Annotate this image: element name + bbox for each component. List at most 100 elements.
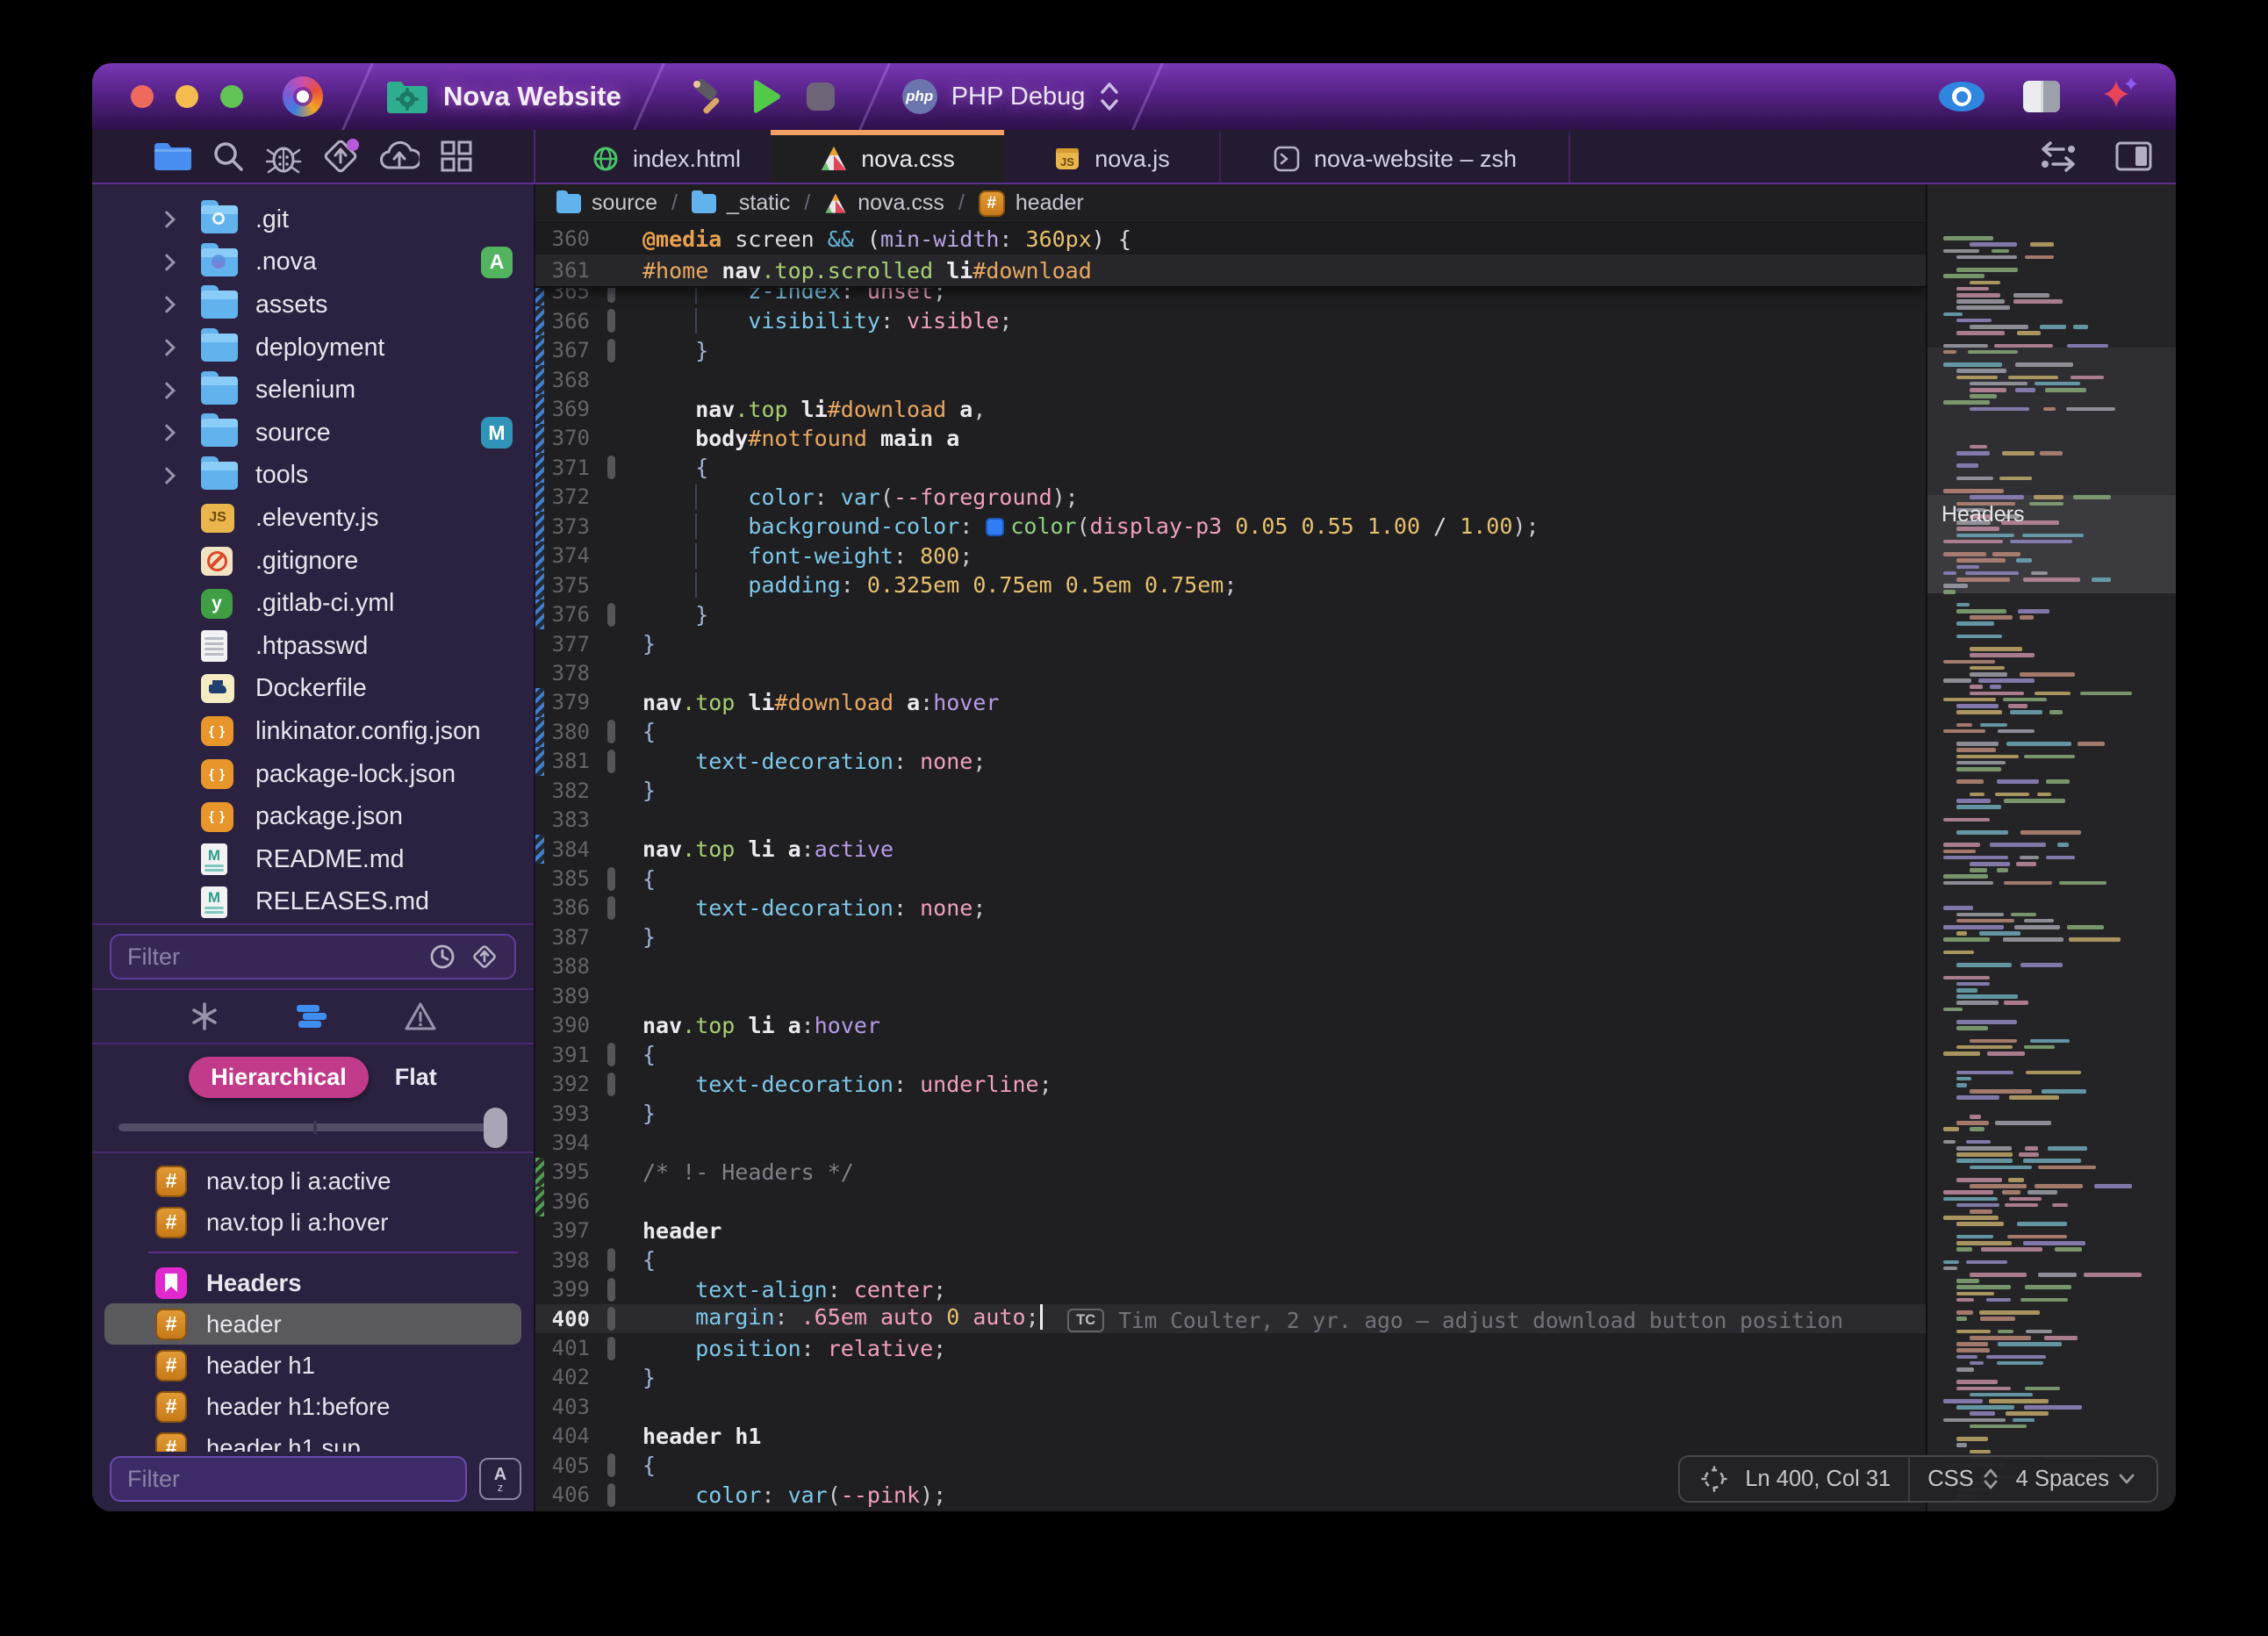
cursor-position[interactable]: Ln 400, Col 31	[1745, 1467, 1891, 1492]
cloud-sidebar-button[interactable]	[379, 140, 420, 172]
tree-item-tools[interactable]: tools	[92, 455, 534, 498]
tree-item-package-lock.json[interactable]: { } package-lock.json	[92, 753, 534, 796]
chevron-right-icon[interactable]	[158, 381, 176, 399]
code-line-391[interactable]: 391 {	[535, 1040, 1926, 1069]
tree-item-deployment[interactable]: deployment	[92, 326, 534, 370]
chevron-right-icon[interactable]	[158, 424, 176, 442]
code-line-383[interactable]: 383	[535, 805, 1926, 834]
tree-item-.htpasswd[interactable]: .htpasswd	[92, 625, 534, 668]
code-line-380[interactable]: 380 {	[535, 717, 1926, 747]
language-selector[interactable]: CSS	[1927, 1467, 1998, 1492]
chevron-right-icon[interactable]	[158, 339, 176, 356]
tree-item-.git[interactable]: .git	[92, 198, 534, 241]
code-line-390[interactable]: 390 nav.top li a:hover	[535, 1011, 1926, 1040]
fold-ribbon[interactable]	[606, 456, 615, 480]
code-line-396[interactable]: 396	[535, 1187, 1926, 1216]
code-line-403[interactable]: 403	[535, 1392, 1926, 1421]
fold-ribbon[interactable]	[606, 309, 615, 334]
chevron-right-icon[interactable]	[158, 296, 176, 314]
chevron-right-icon[interactable]	[158, 466, 176, 484]
fold-ribbon[interactable]	[606, 1482, 615, 1507]
symbol-item-nav.top li a:active[interactable]: # nav.top li a:active	[104, 1160, 521, 1202]
files-sidebar-button[interactable]	[153, 140, 191, 172]
publish-sidebar-button[interactable]	[322, 138, 359, 175]
flat-toggle[interactable]: Flat	[395, 1064, 437, 1091]
indentation-selector[interactable]: 4 Spaces	[2016, 1467, 2135, 1492]
code-line-402[interactable]: 402}	[535, 1363, 1926, 1392]
fold-ribbon[interactable]	[606, 1072, 615, 1096]
fold-ribbon[interactable]	[606, 1248, 615, 1273]
extensions-sidebar-button[interactable]	[440, 140, 473, 173]
split-editor-button[interactable]	[2114, 140, 2153, 172]
warnings-symbols-button[interactable]	[404, 1001, 437, 1031]
code-line-376[interactable]: 376 }	[535, 599, 1926, 629]
stop-button[interactable]	[805, 81, 836, 112]
symbol-item-header h1:before[interactable]: # header h1:before	[104, 1386, 521, 1427]
tree-item-.eleventy.js[interactable]: JS .eleventy.js	[92, 497, 534, 540]
code-line-392[interactable]: 392 text-decoration: underline;	[535, 1069, 1926, 1098]
code-line-394[interactable]: 394	[535, 1128, 1926, 1157]
run-button[interactable]	[749, 78, 784, 115]
fold-ribbon[interactable]	[606, 866, 615, 891]
minimize-button[interactable]	[176, 85, 198, 108]
symbol-item-Headers[interactable]: Headers	[104, 1262, 521, 1303]
fold-ribbon[interactable]	[606, 1453, 615, 1478]
tree-item-package.json[interactable]: { } package.json	[92, 795, 534, 838]
styles-symbols-button[interactable]	[295, 1001, 328, 1031]
code-line-367[interactable]: 367 }	[535, 335, 1926, 365]
tree-item-README.md[interactable]: M README.md	[92, 838, 534, 881]
tree-item-assets[interactable]: assets	[92, 283, 534, 326]
zoom-button[interactable]	[220, 85, 243, 108]
chevron-right-icon[interactable]	[158, 253, 176, 271]
tree-item-Dockerfile[interactable]: Dockerfile	[92, 668, 534, 711]
code-line-366[interactable]: 366 visibility: visible;	[535, 306, 1926, 336]
code-line-381[interactable]: 381 text-decoration: none;	[535, 746, 1926, 776]
tree-filter-input[interactable]: Filter	[110, 1456, 467, 1502]
code-line-399[interactable]: 399 text-align: center;	[535, 1274, 1926, 1303]
tab-nova.css[interactable]: nova.css	[771, 130, 1004, 183]
code-line-397[interactable]: 397 header	[535, 1216, 1926, 1245]
code-editor[interactable]: 360 @media screen && (min-width: 360px) {…	[535, 223, 1926, 1511]
code-line-377[interactable]: 377}	[535, 629, 1926, 658]
tab-index.html[interactable]: index.html	[562, 130, 771, 183]
fold-ribbon[interactable]	[606, 1043, 615, 1067]
preview-button[interactable]	[1939, 82, 1984, 111]
code-line-360[interactable]: 360 @media screen && (min-width: 360px) {	[535, 223, 1926, 255]
task-selector[interactable]: php PHP Debug	[901, 79, 1121, 114]
symbols-depth-slider[interactable]	[118, 1102, 507, 1152]
code-line-388[interactable]: 388	[535, 952, 1926, 981]
tab-nova-website – zsh[interactable]: nova-website – zsh	[1219, 130, 1570, 183]
code-line-389[interactable]: 389	[535, 981, 1926, 1010]
code-line-395[interactable]: 395 /* !- Headers */	[535, 1157, 1926, 1188]
symbol-item-nav.top li a:hover[interactable]: # nav.top li a:hover	[104, 1202, 521, 1243]
issues-sidebar-button[interactable]	[265, 139, 302, 174]
fold-ribbon[interactable]	[606, 338, 615, 362]
code-line-404[interactable]: 404 header h1	[535, 1422, 1926, 1451]
fold-ribbon[interactable]	[606, 602, 615, 627]
tree-item-selenium[interactable]: selenium	[92, 369, 534, 412]
symbol-item-header[interactable]: # header	[104, 1303, 521, 1345]
code-line-375[interactable]: 375 padding: 0.325em 0.75em 0.5em 0.75em…	[535, 570, 1926, 600]
assistant-button[interactable]	[2099, 75, 2141, 118]
sort-alpha-button[interactable]: A z	[479, 1458, 521, 1500]
code-line-372[interactable]: 372 color: var(--foreground);	[535, 482, 1926, 513]
breadcrumb-item-source[interactable]: source	[556, 190, 657, 216]
all-symbols-button[interactable]	[190, 1001, 219, 1031]
code-line-371[interactable]: 371 {	[535, 453, 1926, 483]
color-swatch[interactable]	[986, 518, 1005, 537]
tree-item-.gitlab-ci.yml[interactable]: y .gitlab-ci.yml	[92, 582, 534, 625]
tree-item-source[interactable]: source M	[92, 412, 534, 455]
code-line-378[interactable]: 378	[535, 658, 1926, 687]
slider-knob[interactable]	[484, 1108, 507, 1149]
scope-diamond-icon[interactable]	[470, 943, 499, 971]
tree-item-.gitignore[interactable]: .gitignore	[92, 540, 534, 583]
fold-ribbon[interactable]	[606, 749, 615, 773]
project-button[interactable]: Nova Website	[385, 78, 621, 115]
code-line-398[interactable]: 398 {	[535, 1245, 1926, 1274]
chevron-right-icon[interactable]	[158, 211, 176, 229]
code-line-407[interactable]: 407 text-transform: lowercase;	[535, 1510, 1926, 1511]
breadcrumb-item-header[interactable]: # header	[978, 190, 1084, 217]
code-line-379[interactable]: 379 nav.top li#download a:hover	[535, 687, 1926, 718]
code-line-365[interactable]: 365 z-index: unset;	[535, 288, 1926, 306]
tab-nova.js[interactable]: JS nova.js	[1004, 130, 1219, 183]
